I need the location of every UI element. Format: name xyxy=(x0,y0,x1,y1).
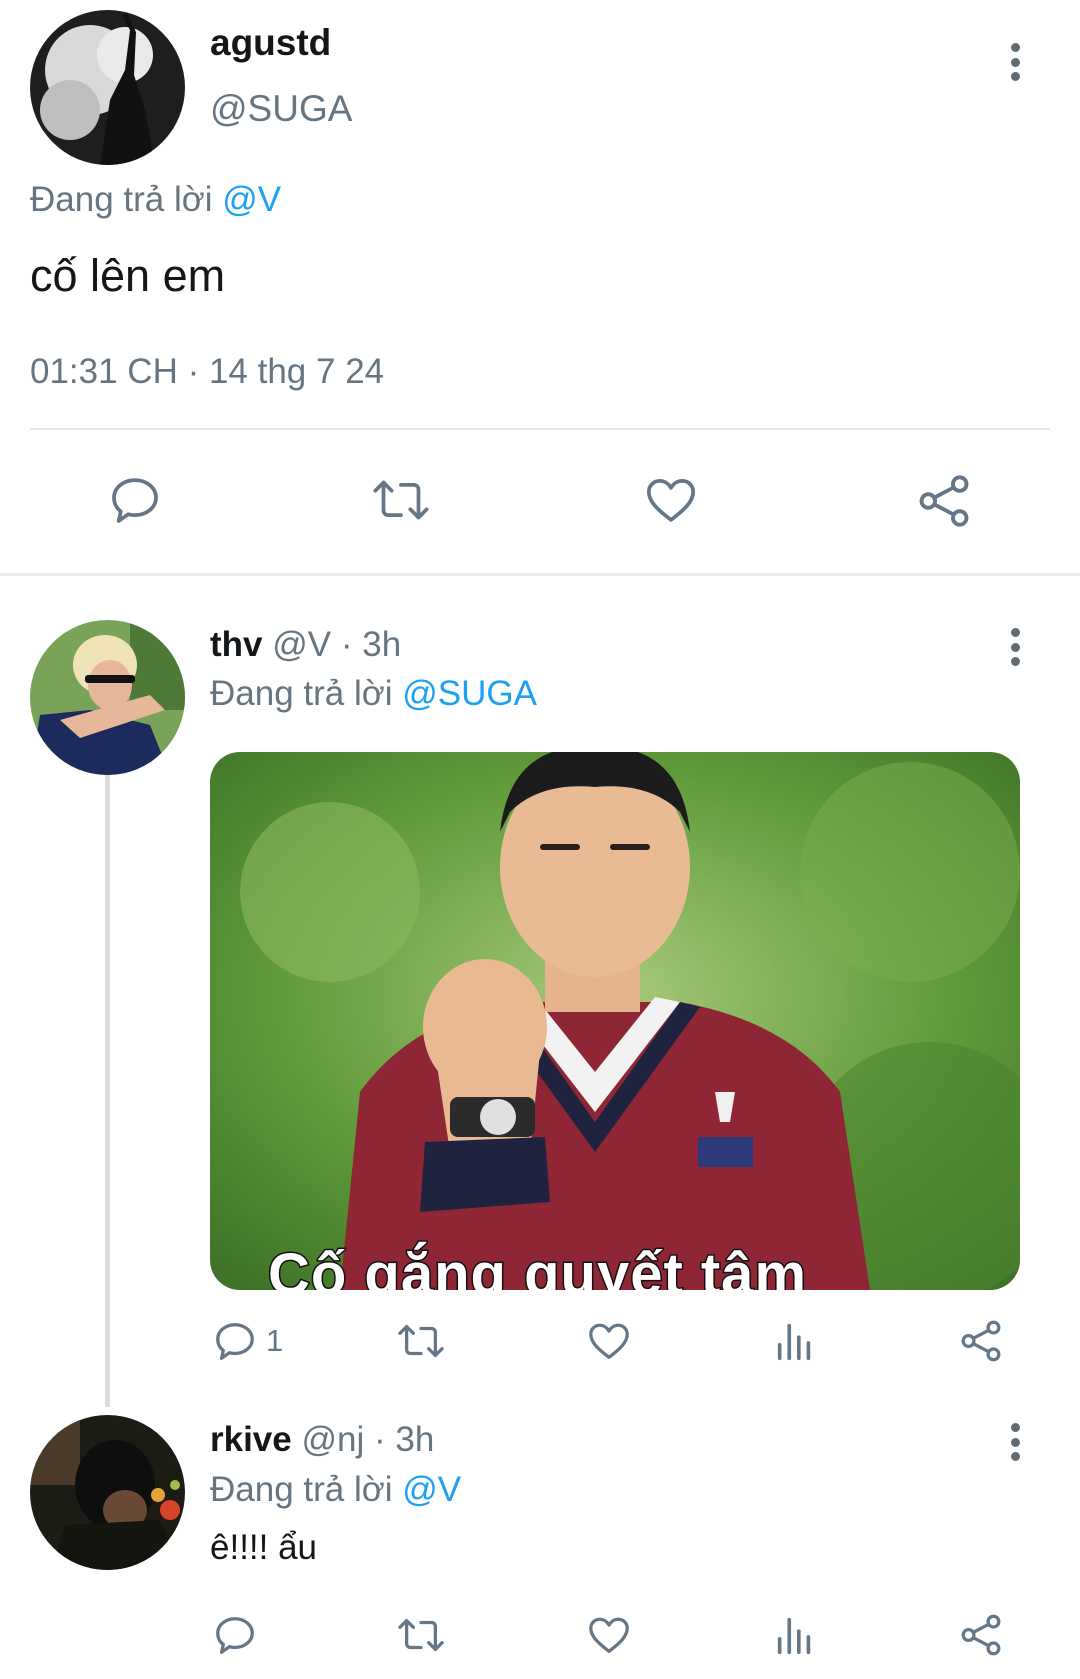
like-button[interactable] xyxy=(642,472,700,528)
media-caption: Cố gắng quyết tâm xyxy=(266,1241,808,1291)
reply-button[interactable] xyxy=(212,1612,258,1658)
mention-link[interactable]: @V xyxy=(222,180,281,219)
views-button[interactable] xyxy=(772,1318,818,1364)
avatar[interactable] xyxy=(30,620,185,775)
reply-icon xyxy=(216,1617,254,1654)
reply-button[interactable] xyxy=(107,472,163,528)
retweet-button[interactable] xyxy=(395,1612,447,1658)
avatar[interactable] xyxy=(30,1415,185,1570)
reply-icon xyxy=(216,1323,254,1360)
more-options-icon[interactable] xyxy=(1005,625,1025,669)
replying-prefix: Đang trả lời xyxy=(210,674,393,713)
avatar[interactable] xyxy=(30,10,185,165)
views-icon xyxy=(777,1323,811,1361)
like-icon xyxy=(589,1617,629,1653)
like-button[interactable] xyxy=(585,1612,633,1658)
share-icon xyxy=(919,475,969,527)
replying-prefix: Đang trả lời xyxy=(30,180,213,219)
retweet-icon xyxy=(373,480,429,520)
author-name[interactable]: thv xyxy=(210,625,263,664)
views-button[interactable] xyxy=(772,1612,818,1658)
reply-header: thv @V · 3h xyxy=(210,625,401,665)
reply-time: · 3h xyxy=(340,625,402,664)
reply-button[interactable]: 1 xyxy=(212,1318,283,1364)
author-handle[interactable]: @V xyxy=(272,625,331,664)
tweet-text: cố lên em xyxy=(30,250,226,301)
section-divider xyxy=(0,573,1080,576)
like-icon xyxy=(646,479,696,522)
more-options-icon[interactable] xyxy=(1005,1420,1025,1464)
media-image[interactable]: Cố gắng quyết tâm xyxy=(210,752,1020,1290)
share-button[interactable] xyxy=(915,472,973,530)
retweet-button[interactable] xyxy=(395,1318,447,1364)
mention-link[interactable]: @V xyxy=(402,1470,461,1509)
replying-to: Đang trả lời @V xyxy=(210,1470,461,1510)
retweet-icon xyxy=(398,1324,444,1358)
reply-count: 1 xyxy=(266,1323,284,1358)
reply-header: rkive @nj · 3h xyxy=(210,1420,434,1460)
reply-icon xyxy=(112,478,158,523)
replying-prefix: Đang trả lời xyxy=(210,1470,393,1509)
views-icon xyxy=(777,1617,811,1655)
share-icon xyxy=(961,1320,1001,1362)
author-handle[interactable]: @nj xyxy=(301,1420,364,1459)
more-options-icon[interactable] xyxy=(1005,40,1025,84)
share-button[interactable] xyxy=(958,1612,1004,1658)
reply-time: · 3h xyxy=(374,1420,435,1459)
mention-link[interactable]: @SUGA xyxy=(402,674,537,713)
tweet-text: ê!!!! ẩu xyxy=(210,1528,318,1567)
replying-to: Đang trả lời @SUGA xyxy=(210,674,537,714)
author-name[interactable]: agustd xyxy=(210,22,331,64)
divider xyxy=(30,428,1050,430)
thread-line xyxy=(105,775,110,1407)
retweet-button[interactable] xyxy=(370,472,432,528)
share-button[interactable] xyxy=(958,1318,1004,1364)
retweet-icon xyxy=(398,1618,444,1652)
share-icon xyxy=(961,1614,1001,1656)
author-name[interactable]: rkive xyxy=(210,1420,292,1459)
like-button[interactable] xyxy=(585,1318,633,1364)
author-handle[interactable]: @SUGA xyxy=(210,88,352,130)
like-icon xyxy=(589,1323,629,1359)
replying-to: Đang trả lời @V xyxy=(30,180,281,220)
tweet-timestamp[interactable]: 01:31 CH · 14 thg 7 24 xyxy=(30,352,384,392)
